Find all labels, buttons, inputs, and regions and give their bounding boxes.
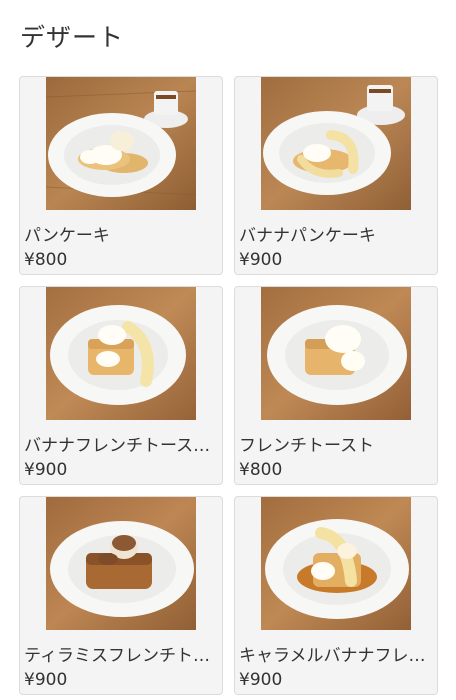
- menu-item-name: ティラミスフレンチト…: [24, 646, 210, 666]
- menu-item-card[interactable]: キャラメルバナナフレ… ¥900: [234, 496, 438, 695]
- dessert-grid: パンケーキ ¥800 バナナパンケーキ ¥900 バナナフレンチトース… ¥90…: [19, 76, 438, 695]
- pancake-photo: [46, 77, 196, 210]
- menu-item-name: キャラメルバナナフレ…: [239, 646, 426, 666]
- menu-item-name: バナナパンケーキ: [239, 226, 376, 246]
- menu-item-price: ¥900: [239, 670, 283, 690]
- menu-item-card[interactable]: バナナパンケーキ ¥900: [234, 76, 438, 275]
- banana-french-toast-photo: [46, 287, 196, 420]
- menu-item-name: バナナフレンチトース…: [24, 436, 211, 456]
- menu-item-price: ¥800: [24, 250, 68, 270]
- menu-item-card[interactable]: フレンチトースト ¥800: [234, 286, 438, 485]
- menu-item-card[interactable]: ティラミスフレンチト… ¥900: [19, 496, 223, 695]
- page-title: デザート: [20, 23, 125, 52]
- menu-item-price: ¥900: [24, 670, 68, 690]
- menu-item-name: パンケーキ: [24, 226, 110, 246]
- menu-item-price: ¥900: [239, 250, 283, 270]
- banana-pancake-photo: [261, 77, 411, 210]
- menu-item-card[interactable]: パンケーキ ¥800: [19, 76, 223, 275]
- menu-item-price: ¥800: [239, 460, 283, 480]
- menu-item-name: フレンチトースト: [239, 436, 375, 456]
- caramel-banana-french-toast-photo: [261, 497, 411, 630]
- french-toast-photo: [261, 287, 411, 420]
- tiramisu-french-toast-photo: [46, 497, 196, 630]
- menu-item-card[interactable]: バナナフレンチトース… ¥900: [19, 286, 223, 485]
- menu-item-price: ¥900: [24, 460, 68, 480]
